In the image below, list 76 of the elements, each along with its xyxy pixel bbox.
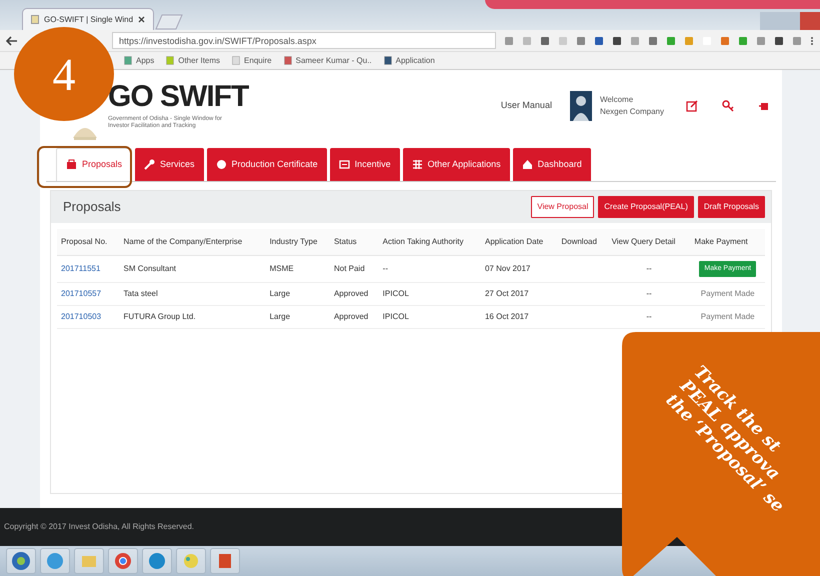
column-header: Status <box>330 228 379 255</box>
avatar-icon <box>570 91 592 121</box>
proposal-link[interactable]: 201710557 <box>57 282 120 306</box>
wrench-icon <box>144 158 156 170</box>
table-cell: Large <box>266 282 330 306</box>
start-icon[interactable] <box>11 551 31 571</box>
bookmark-icon <box>284 56 292 65</box>
payment-status: Payment Made <box>700 312 755 321</box>
panel-button[interactable]: Create Proposal(PEAL) <box>598 196 694 218</box>
circle-icon <box>216 158 227 170</box>
column-header: Name of the Company/Enterprise <box>120 228 266 255</box>
column-header: Make Payment <box>690 228 765 255</box>
user-name: Nexgen Company <box>600 106 664 118</box>
close-icon[interactable] <box>138 16 146 23</box>
panel-button[interactable]: View Proposal <box>531 196 594 218</box>
user-manual-link[interactable]: User Manual <box>500 99 552 113</box>
column-header: Proposal No. <box>57 228 120 255</box>
tab-title: GO-SWIFT | Single Wind <box>44 14 134 26</box>
nav-tab[interactable]: Production Certificate <box>206 148 327 180</box>
bookmark[interactable]: Apps <box>124 54 154 66</box>
bookmark[interactable]: Other Items <box>166 54 220 66</box>
table-cell: MSME <box>266 255 330 282</box>
logout-icon[interactable] <box>758 100 770 112</box>
welcome-text: Welcome <box>600 94 634 106</box>
table-cell: IPICOL <box>378 282 481 306</box>
nav-tab[interactable]: Other Applications <box>402 148 510 180</box>
home-icon <box>522 158 533 170</box>
table-cell: Not Paid <box>330 255 379 282</box>
nav-tab[interactable]: Services <box>135 148 204 180</box>
table-cell: 27 Oct 2017 <box>480 282 558 306</box>
bookmark-icon <box>232 56 240 65</box>
bookmark[interactable]: Application <box>384 54 435 66</box>
table-cell: -- <box>646 312 652 321</box>
card-icon <box>338 158 350 170</box>
table-cell: Approved <box>330 282 379 306</box>
column-header: Download <box>557 228 608 255</box>
proposal-link[interactable]: 201710503 <box>57 306 120 328</box>
table-cell: Tata steel <box>120 282 266 306</box>
new-tab-icon[interactable] <box>154 14 184 30</box>
table-cell: 07 Nov 2017 <box>480 255 558 282</box>
nav-tab[interactable]: Dashboard <box>512 148 591 180</box>
proposal-link[interactable]: 201711551 <box>57 255 120 282</box>
table-cell: IPICOL <box>378 306 481 328</box>
bookmark-icon <box>166 56 174 65</box>
table-cell: SM Consultant <box>120 255 266 282</box>
bookmark-icon <box>384 56 392 65</box>
table-cell: FUTURA Group Ltd. <box>120 306 266 328</box>
back-icon[interactable] <box>6 36 18 46</box>
window-controls-drawing[interactable] <box>760 12 820 30</box>
column-header: View Query Detail <box>608 228 690 255</box>
footer-text: Copyright © 2017 Invest Odisha, All Rights Reserved. <box>4 521 194 533</box>
table-cell: Large <box>266 306 330 328</box>
grid-icon <box>412 158 423 170</box>
address-bar[interactable]: https://investodisha.gov.in/SWIFT/Proposals.aspx <box>112 32 496 49</box>
table-cell: -- <box>646 289 652 298</box>
browser-tab[interactable]: GO-SWIFT | Single Wind <box>22 8 154 30</box>
page-icon <box>31 15 39 24</box>
table-cell: 16 Oct 2017 <box>480 306 558 328</box>
panel-title: Proposals <box>63 198 121 216</box>
key-icon[interactable] <box>722 100 734 112</box>
bookmark[interactable]: Sameer Kumar - Qu.. <box>284 54 372 66</box>
menu-icon[interactable] <box>810 36 814 46</box>
briefcase-icon <box>66 159 77 170</box>
table-cell: Approved <box>330 306 379 328</box>
bookmark-icon <box>124 56 132 65</box>
nav-tab[interactable]: Incentive <box>330 148 400 180</box>
table-cell: -- <box>646 264 652 273</box>
column-header: Action Taking Authority <box>378 228 481 255</box>
panel-button[interactable]: Draft Proposals <box>698 196 765 218</box>
nav-tab[interactable]: Proposals <box>56 148 132 180</box>
payment-status: Payment Made <box>700 289 755 298</box>
bookmark[interactable]: Enquire <box>232 54 272 66</box>
column-header: Industry Type <box>266 228 330 255</box>
edit-icon[interactable] <box>686 100 698 112</box>
column-header: Application Date <box>480 228 558 255</box>
table-cell: -- <box>378 255 481 282</box>
